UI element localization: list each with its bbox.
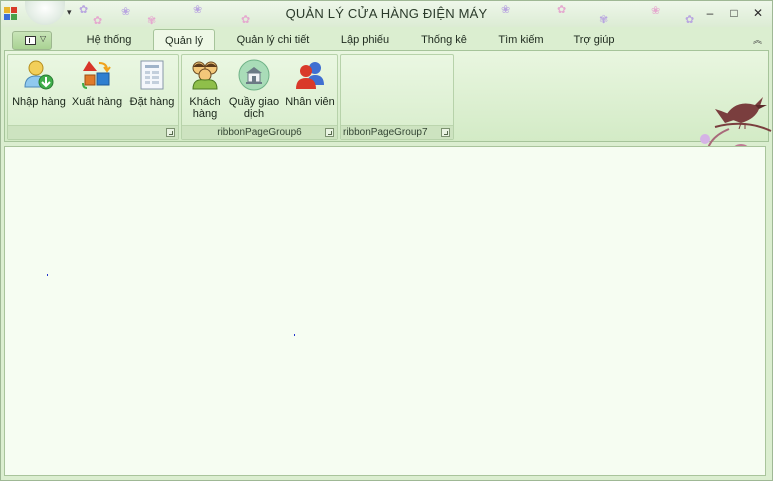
tab-tim-kiem[interactable]: Tìm kiếm: [493, 32, 549, 51]
ribbon-group-caption: [8, 125, 178, 139]
quay-giao-dich-button[interactable]: Quầy giao dịch: [226, 59, 282, 120]
title-bar: ✿ ✿ ❀ ✾ ❀ ✿ ❀ ✿ ✾ ❀ ✿ ▾ QUẢN LÝ CỬA HÀNG…: [1, 1, 772, 27]
stray-pixel: [294, 334, 295, 336]
tab-he-thong[interactable]: Hệ thống: [81, 32, 137, 51]
dat-hang-label: Đặt hàng: [129, 96, 175, 108]
khach-hang-label: Khách hàng: [189, 96, 221, 120]
chevron-down-icon: ▽: [40, 34, 47, 43]
ribbon-tab-bar: ▽ Hệ thống Quản lý Quản lý chi tiết Lập …: [1, 27, 772, 53]
tab-quan-ly-chi-tiet[interactable]: Quản lý chi tiết: [229, 32, 317, 51]
quay-giao-dich-label: Quầy giao dịch: [228, 96, 280, 120]
nhan-vien-label: Nhân viên: [285, 96, 335, 108]
nhan-vien-button[interactable]: Nhân viên: [282, 59, 338, 108]
xuat-hang-button[interactable]: Xuất hàng: [68, 59, 126, 108]
collapse-ribbon-icon[interactable]: ︽: [753, 33, 762, 46]
customers-icon: [189, 59, 221, 91]
ribbon-group-caption: ribbonPageGroup6: [182, 125, 337, 139]
nhap-hang-label: Nhập hàng: [12, 96, 66, 108]
main-window: ✿ ✿ ❀ ✾ ❀ ✿ ❀ ✿ ✾ ❀ ✿ ▾ QUẢN LÝ CỬA HÀNG…: [0, 0, 773, 481]
dialog-launcher-icon[interactable]: [166, 128, 175, 137]
tab-lap-phieu[interactable]: Lập phiếu: [335, 32, 395, 51]
khach-hang-button[interactable]: Khách hàng: [184, 59, 226, 120]
nhap-hang-button[interactable]: Nhập hàng: [10, 59, 68, 108]
employees-icon: [294, 59, 326, 91]
application-menu-button[interactable]: ▽: [12, 31, 52, 50]
ribbon-group-1: Nhập hàng Xuất hàng Đặt hàng: [7, 54, 179, 140]
ribbon-group-7: ribbonPageGroup7: [340, 54, 454, 140]
xuat-hang-label: Xuất hàng: [71, 96, 123, 108]
dat-hang-button[interactable]: Đặt hàng: [126, 59, 178, 108]
menu-panel-icon: [25, 36, 36, 45]
dialog-launcher-icon[interactable]: [325, 128, 334, 137]
export-goods-icon: [81, 59, 113, 91]
window-title: QUẢN LÝ CỬA HÀNG ĐIỆN MÁY: [285, 6, 488, 21]
tab-thong-ke[interactable]: Thống kê: [415, 32, 473, 51]
main-content-area[interactable]: [4, 146, 766, 476]
tab-tro-giup[interactable]: Trợ giúp: [567, 32, 621, 51]
minimize-button[interactable]: –: [699, 4, 721, 22]
import-goods-icon: [23, 59, 55, 91]
dialog-launcher-icon[interactable]: [441, 128, 450, 137]
ribbon-group-caption: ribbonPageGroup7: [341, 125, 453, 139]
order-form-icon: [136, 59, 168, 91]
maximize-button[interactable]: □: [723, 4, 745, 22]
ribbon-group-6: Khách hàng Quầy giao dịch Nhân viên ribb…: [181, 54, 338, 140]
stray-pixel: [47, 274, 48, 276]
close-button[interactable]: ✕: [747, 4, 769, 22]
counter-icon: [238, 59, 270, 91]
ribbon-panel: Nhập hàng Xuất hàng Đặt hàng Khách hàng …: [4, 50, 772, 176]
